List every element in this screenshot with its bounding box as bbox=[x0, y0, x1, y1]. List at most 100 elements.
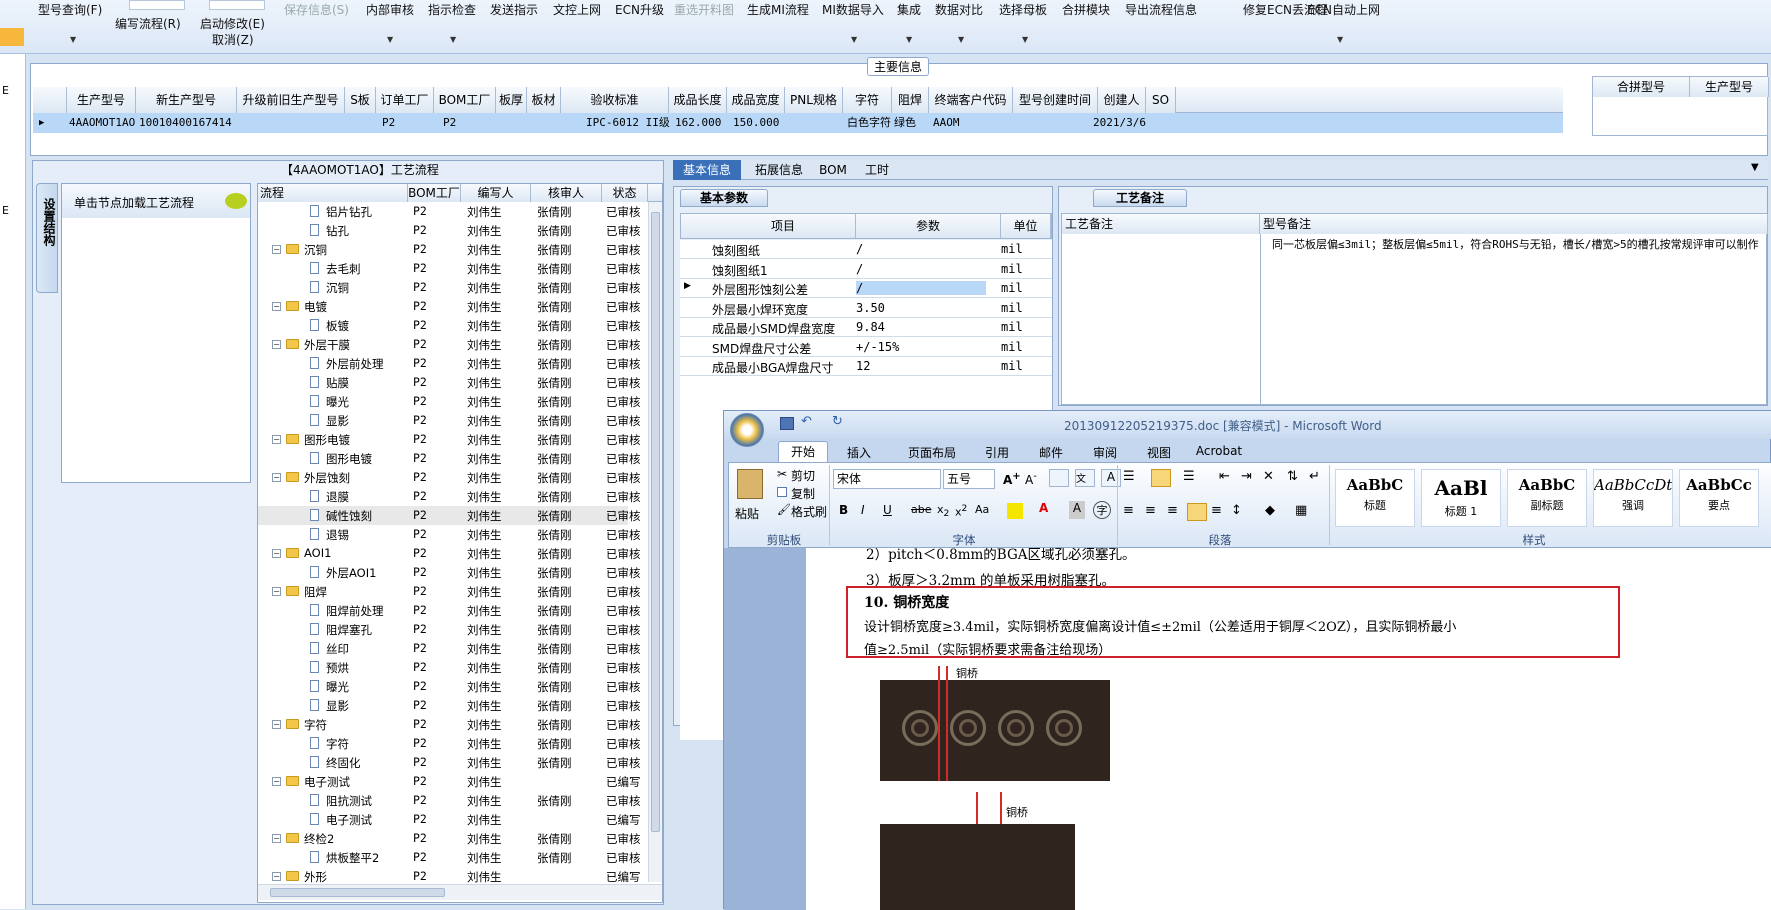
param-value[interactable]: 12 bbox=[856, 359, 870, 373]
subscript-icon[interactable]: x2 bbox=[937, 503, 949, 519]
tree-folder-row[interactable]: − 终检2 P2 刘伟生 张倩刚 已审核 bbox=[258, 829, 641, 848]
toolbar-cancel[interactable]: 取消(Z) bbox=[212, 31, 254, 48]
column-header[interactable]: 生产型号 bbox=[1690, 77, 1769, 97]
clear-format-icon[interactable] bbox=[1049, 469, 1069, 487]
column-header[interactable]: 流程 bbox=[258, 184, 408, 202]
save-icon[interactable] bbox=[780, 417, 794, 430]
column-header[interactable]: 工艺备注 bbox=[1062, 214, 1260, 234]
enclose-char-icon[interactable]: 字 bbox=[1093, 501, 1111, 519]
shrink-font-icon[interactable]: A- bbox=[1025, 471, 1037, 487]
table-cell[interactable]: P2 bbox=[382, 113, 422, 133]
tree-step-row[interactable]: 曝光 P2 刘伟生 张倩刚 已审核 bbox=[258, 392, 641, 411]
param-value[interactable]: / bbox=[856, 242, 863, 256]
grow-font-icon[interactable]: A+ bbox=[1003, 471, 1021, 487]
tab-work-hours[interactable]: 工时 bbox=[857, 160, 897, 180]
chevron-down-icon[interactable]: ▼ bbox=[1337, 35, 1343, 44]
copy-button[interactable]: 复制 bbox=[791, 485, 815, 502]
column-header[interactable]: BOM工厂 bbox=[434, 87, 496, 113]
tree-step-row[interactable]: 显影 P2 刘伟生 张倩刚 已审核 bbox=[258, 696, 641, 715]
tree-folder-row[interactable]: − AOI1 P2 刘伟生 张倩刚 已审核 bbox=[258, 544, 641, 563]
toolbar-start-modify[interactable]: 启动修改(E) bbox=[200, 15, 265, 32]
tree-step-row[interactable]: 丝印 P2 刘伟生 张倩刚 已审核 bbox=[258, 639, 641, 658]
column-header[interactable]: 订单工厂 bbox=[376, 87, 434, 113]
justify-icon[interactable] bbox=[1187, 503, 1207, 521]
column-header[interactable]: 创建人 bbox=[1098, 87, 1146, 113]
params-row[interactable]: 外层最小焊环宽度 3.50 mil bbox=[680, 299, 1052, 318]
tab-page-layout[interactable]: 页面布局 bbox=[892, 444, 972, 461]
italic-icon[interactable]: I bbox=[861, 503, 865, 517]
show-marks-icon[interactable]: ↵ bbox=[1309, 469, 1320, 484]
column-header[interactable]: S板 bbox=[345, 87, 376, 113]
param-value[interactable]: 9.84 bbox=[856, 320, 885, 334]
param-value[interactable]: / bbox=[856, 281, 986, 295]
column-header[interactable]: 验收标准 bbox=[561, 87, 669, 113]
table-cell[interactable]: 4AAOMOT1AO bbox=[69, 113, 137, 133]
tree-step-row[interactable]: 显影 P2 刘伟生 张倩刚 已审核 bbox=[258, 411, 641, 430]
chevron-down-icon[interactable]: ▼ bbox=[70, 35, 76, 44]
toolbar-merge-module[interactable]: 合拼模块 bbox=[1062, 1, 1110, 18]
tree-step-row[interactable]: 字符 P2 刘伟生 张倩刚 已审核 bbox=[258, 734, 641, 753]
tree-horizontal-scrollbar[interactable] bbox=[258, 884, 662, 900]
params-row[interactable]: 成品最小BGA焊盘尺寸 12 mil bbox=[680, 357, 1052, 376]
borders-icon[interactable]: ▦ bbox=[1295, 503, 1307, 518]
tree-folder-row[interactable]: − 外层蚀刻 P2 刘伟生 张倩刚 已审核 bbox=[258, 468, 641, 487]
column-header[interactable]: 型号创建时间 bbox=[1013, 87, 1098, 113]
column-header[interactable]: PNL规格 bbox=[785, 87, 843, 113]
table-row[interactable]: ▶ 4AAOMOT1AO 10010400167414 P2 P2 IPC-60… bbox=[33, 113, 1563, 133]
tree-step-row[interactable]: 终固化 P2 刘伟生 张倩刚 已审核 bbox=[258, 753, 641, 772]
collapse-toggle-icon[interactable]: − bbox=[272, 872, 281, 881]
params-row[interactable]: 蚀刻图纸1 / mil bbox=[680, 260, 1052, 279]
toolbar-model-query[interactable]: 型号查询(F) bbox=[38, 1, 102, 18]
toolbar-export-flow[interactable]: 导出流程信息 bbox=[1125, 1, 1197, 18]
collapse-toggle-icon[interactable]: − bbox=[272, 587, 281, 596]
params-row[interactable]: 蚀刻图纸 / mil bbox=[680, 240, 1052, 259]
collapse-toggle-icon[interactable]: − bbox=[272, 473, 281, 482]
table-cell[interactable]: IPC-6012 II级 bbox=[586, 113, 670, 133]
align-left-icon[interactable]: ≡ bbox=[1123, 503, 1134, 518]
collapse-toggle-icon[interactable]: − bbox=[272, 777, 281, 786]
chevron-down-icon[interactable]: ▼ bbox=[958, 35, 964, 44]
strikethrough-icon[interactable]: abe bbox=[911, 503, 932, 516]
toolbar-ecn-auto[interactable]: ECN自动上网 bbox=[1307, 1, 1380, 18]
tree-step-row[interactable]: 阻抗测试 P2 刘伟生 张倩刚 已审核 bbox=[258, 791, 641, 810]
style-swatch[interactable]: AaBbCc 要点 bbox=[1679, 469, 1759, 527]
tab-insert[interactable]: 插入 bbox=[834, 444, 884, 461]
tree-step-row[interactable]: 阻焊前处理 P2 刘伟生 张倩刚 已审核 bbox=[258, 601, 641, 620]
column-header[interactable]: 新生产型号 bbox=[136, 87, 237, 113]
collapse-toggle-icon[interactable]: − bbox=[272, 435, 281, 444]
distribute-icon[interactable]: ≡ bbox=[1211, 503, 1222, 518]
column-header[interactable]: 字符 bbox=[843, 87, 892, 113]
toolbar-doc-control[interactable]: 文控上网 bbox=[553, 1, 601, 18]
tree-step-row[interactable]: 贴膜 P2 刘伟生 张倩刚 已审核 bbox=[258, 373, 641, 392]
tab-bom[interactable]: BOM bbox=[813, 160, 853, 180]
tree-folder-row[interactable]: − 阻焊 P2 刘伟生 张倩刚 已审核 bbox=[258, 582, 641, 601]
params-row[interactable]: 成品最小SMD焊盘宽度 9.84 mil bbox=[680, 318, 1052, 337]
bullets-icon[interactable]: ☰ bbox=[1123, 469, 1135, 484]
style-swatch[interactable]: AaBbC 标题 bbox=[1335, 469, 1415, 527]
tree-step-row[interactable]: 曝光 P2 刘伟生 张倩刚 已审核 bbox=[258, 677, 641, 696]
tree-step-row[interactable]: 外层前处理 P2 刘伟生 张倩刚 已审核 bbox=[258, 354, 641, 373]
tree-step-row[interactable]: 图形电镀 P2 刘伟生 张倩刚 已审核 bbox=[258, 449, 641, 468]
paste-button[interactable]: 粘贴 bbox=[735, 505, 759, 522]
scrollbar-thumb[interactable] bbox=[651, 212, 660, 832]
table-cell[interactable]: 10010400167414 bbox=[139, 113, 239, 133]
tree-folder-row[interactable]: − 字符 P2 刘伟生 张倩刚 已审核 bbox=[258, 715, 641, 734]
superscript-icon[interactable]: x2 bbox=[955, 503, 967, 519]
column-header[interactable]: 型号备注 bbox=[1260, 214, 1768, 234]
column-header[interactable]: 状态 bbox=[602, 184, 648, 202]
toolbar-save-info[interactable]: 保存信息(S) bbox=[284, 1, 349, 18]
table-cell[interactable]: AAOM bbox=[933, 113, 993, 133]
column-header[interactable]: 升级前旧生产型号 bbox=[237, 87, 345, 113]
tree-step-row[interactable]: 板镀 P2 刘伟生 张倩刚 已审核 bbox=[258, 316, 641, 335]
tree-step-row[interactable]: 去毛刺 P2 刘伟生 张倩刚 已审核 bbox=[258, 259, 641, 278]
table-cell[interactable]: 白色字符 bbox=[847, 113, 895, 133]
tab-review[interactable]: 审阅 bbox=[1080, 444, 1130, 461]
column-header[interactable]: BOM工厂 bbox=[408, 184, 461, 202]
change-case-icon[interactable]: Aa bbox=[975, 503, 989, 516]
numbering-icon[interactable] bbox=[1151, 469, 1171, 487]
style-swatch[interactable]: AaBbCcDt 强调 bbox=[1593, 469, 1673, 527]
speech-bubble-icon[interactable] bbox=[225, 193, 247, 209]
tree-step-row[interactable]: 外层AOI1 P2 刘伟生 张倩刚 已审核 bbox=[258, 563, 641, 582]
cut-button[interactable]: 剪切 bbox=[791, 467, 815, 484]
increase-indent-icon[interactable]: ⇥ bbox=[1241, 469, 1252, 484]
